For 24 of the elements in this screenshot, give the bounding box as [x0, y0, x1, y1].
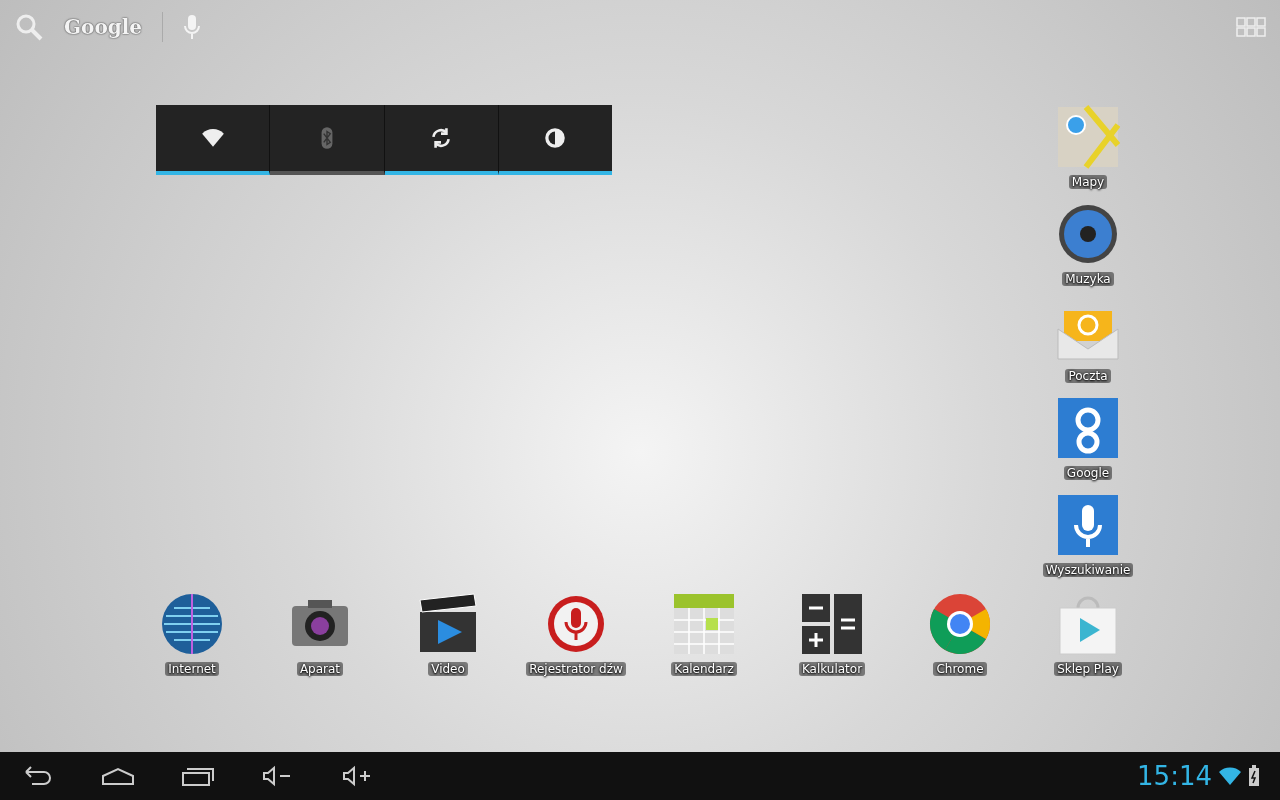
toggle-button[interactable] [498, 105, 612, 175]
clock[interactable]: 15:14 [1137, 761, 1212, 791]
app-label: Kalkulator [798, 662, 866, 676]
wifi-icon [1218, 766, 1242, 786]
app-label: Kalendarz [671, 662, 737, 676]
chrome-icon[interactable] [928, 592, 992, 656]
app-label: Poczta [1065, 369, 1111, 383]
app-label: Rejestrator dźw [526, 662, 626, 676]
toggle-button[interactable] [156, 105, 271, 175]
battery-icon [1248, 765, 1260, 787]
globe-icon[interactable] [160, 592, 224, 656]
app-label: Mapy [1068, 175, 1108, 189]
calculator-icon[interactable] [800, 592, 864, 656]
speaker-icon[interactable] [1056, 202, 1120, 266]
app-label: Sklep Play [1054, 662, 1122, 676]
app-label: Chrome [933, 662, 987, 676]
microphone-icon[interactable] [1056, 493, 1120, 557]
app-label: Google [1063, 466, 1113, 480]
app-label: Wyszukiwanie [1042, 563, 1134, 577]
app-label: Video [428, 662, 468, 676]
app-label: Muzyka [1062, 272, 1114, 286]
toggle-button[interactable] [384, 105, 499, 175]
toggle-button[interactable] [270, 105, 385, 175]
app-label: Internet [165, 662, 219, 676]
